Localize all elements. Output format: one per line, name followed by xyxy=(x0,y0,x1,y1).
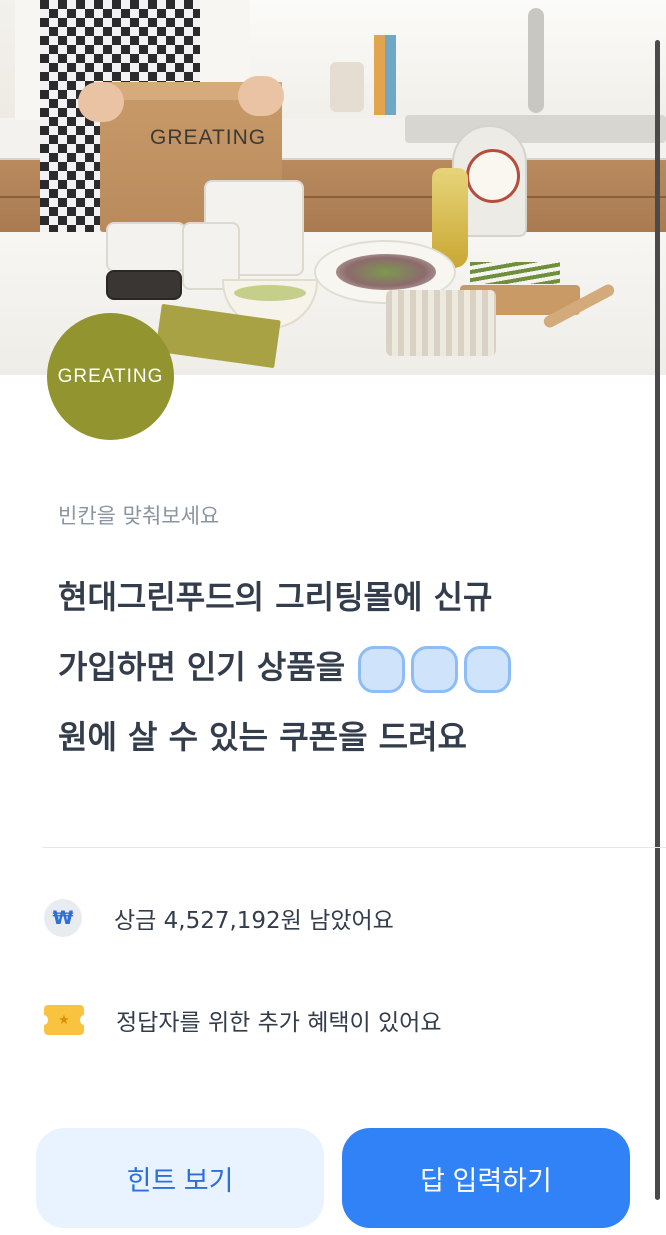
brand-logo: GREATING xyxy=(47,313,174,440)
prize-text: 상금 4,527,192원 남았어요 xyxy=(114,908,394,934)
quiz-question: 현대그린푸드의 그리팅몰에 신규 가입하면 인기 상품을 원에 살 수 있는 쿠… xyxy=(58,562,618,772)
benefit-row[interactable]: ★ 정답자를 위한 추가 혜택이 있어요 xyxy=(40,1003,442,1037)
benefit-text: 정답자를 위한 추가 혜택이 있어요 xyxy=(116,1010,442,1036)
answer-blanks xyxy=(358,645,512,693)
question-line-1: 현대그린푸드의 그리팅몰에 신규 xyxy=(58,578,493,616)
quiz-page: GREATING GREATING 빈칸을 맞춰보세요 현대그린푸드의 그리팅몰… xyxy=(0,0,666,1235)
prize-row: ₩ 상금 4,527,192원 남았어요 xyxy=(44,899,394,937)
brand-logo-text: GREATING xyxy=(57,365,164,387)
quiz-subtitle: 빈칸을 맞춰보세요 xyxy=(58,504,220,528)
answer-button[interactable]: 답 입력하기 xyxy=(342,1128,630,1228)
question-line-2: 가입하면 인기 상품을 xyxy=(58,632,618,702)
question-line-2-text: 가입하면 인기 상품을 xyxy=(58,648,346,686)
answer-blank xyxy=(411,645,459,693)
won-icon: ₩ xyxy=(44,899,82,937)
box-brand-label: GREATING xyxy=(150,126,267,149)
divider xyxy=(42,847,666,848)
ticket-icon: ★ xyxy=(40,1005,88,1035)
hint-button[interactable]: 힌트 보기 xyxy=(36,1128,324,1228)
scrollbar[interactable] xyxy=(655,40,660,1200)
answer-blank xyxy=(464,645,512,693)
answer-blank xyxy=(358,645,406,693)
hero-window xyxy=(230,0,666,120)
question-line-3: 원에 살 수 있는 쿠폰을 드려요 xyxy=(58,718,467,756)
